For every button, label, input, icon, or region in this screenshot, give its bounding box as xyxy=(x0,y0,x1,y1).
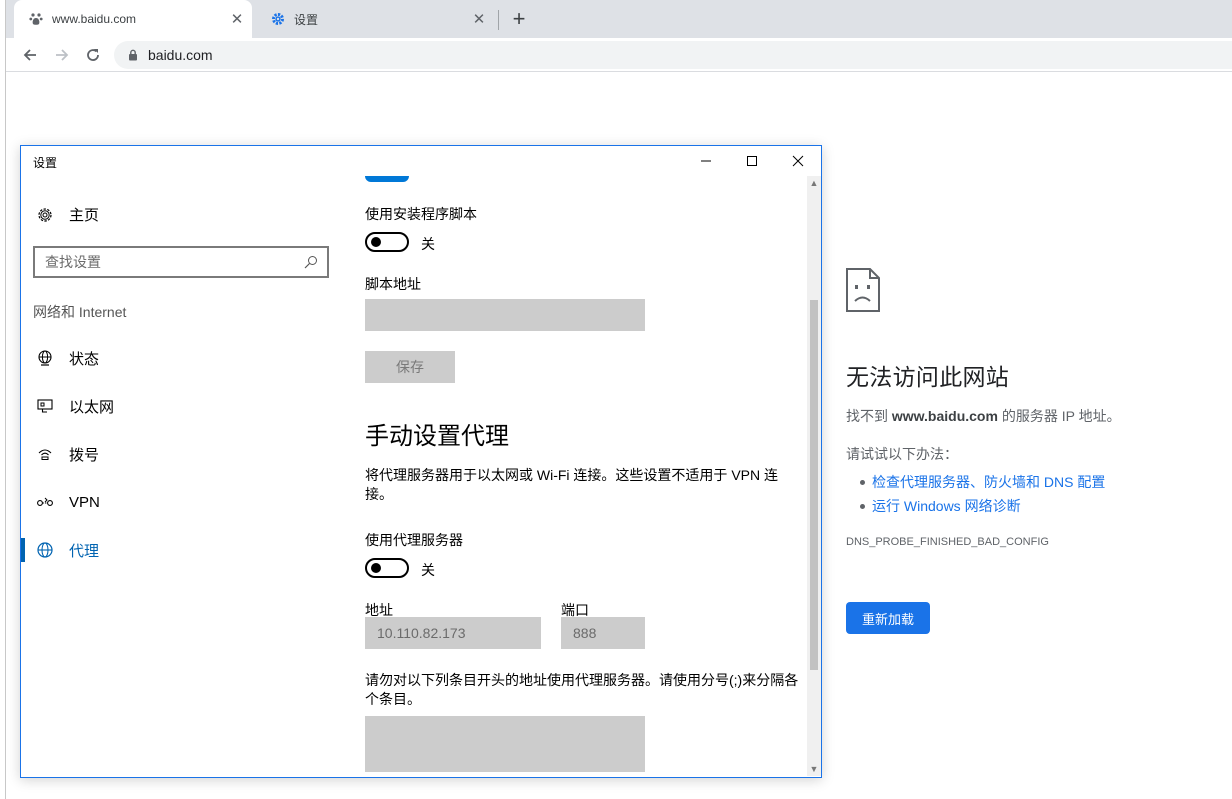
error-message-prefix: 找不到 xyxy=(846,408,892,424)
sidebar-home-label: 主页 xyxy=(69,207,100,224)
gear-icon xyxy=(270,11,286,27)
sidebar-item-status[interactable]: 状态 xyxy=(21,338,341,378)
new-tab-button[interactable]: + xyxy=(506,6,532,32)
globe-icon xyxy=(35,540,55,560)
script-address-input[interactable] xyxy=(365,299,645,331)
exceptions-input[interactable] xyxy=(365,716,645,772)
sidebar-item-label: 以太网 xyxy=(69,398,115,416)
settings-titlebar[interactable]: 设置 xyxy=(21,146,821,176)
error-message-suffix: 的服务器 IP 地址。 xyxy=(997,408,1121,424)
minimize-icon xyxy=(701,160,711,162)
content-scrollbar[interactable]: ▲ ▼ xyxy=(807,176,821,776)
scroll-down-icon[interactable]: ▼ xyxy=(807,762,821,776)
sidebar-item-label: 代理 xyxy=(69,542,100,560)
sad-page-icon xyxy=(846,268,880,314)
sidebar-item-proxy[interactable]: 代理 xyxy=(21,530,341,570)
vpn-icon xyxy=(35,492,55,512)
setup-script-label: 使用安装程序脚本 xyxy=(365,206,477,222)
sidebar-item-label: VPN xyxy=(69,493,100,511)
sidebar-item-label: 状态 xyxy=(69,350,100,368)
maximize-icon xyxy=(747,156,757,166)
search-icon xyxy=(301,255,321,269)
proxy-address-field[interactable]: 10.110.82.173 xyxy=(365,617,541,649)
close-tab-icon[interactable]: ✕ xyxy=(470,10,488,28)
sidebar-item-vpn[interactable]: VPN xyxy=(21,482,341,522)
url-text: baidu.com xyxy=(148,47,213,63)
address-bar[interactable]: baidu.com xyxy=(114,41,1232,69)
use-proxy-toggle[interactable] xyxy=(365,558,409,578)
sidebar-item-label: 拨号 xyxy=(69,446,100,464)
error-page: 无法访问此网站 找不到 www.baidu.com 的服务器 IP 地址。 请试… xyxy=(846,268,1226,634)
arrow-right-icon xyxy=(56,49,69,61)
settings-window: 设置 主页 查找设置 网络和 Internet 状态 以太网 拨号 VPN 代理… xyxy=(20,145,822,778)
browser-toolbar: baidu.com xyxy=(6,38,1232,72)
error-title: 无法访问此网站 xyxy=(846,365,1010,391)
section-heading: 网络和 Internet xyxy=(33,304,127,320)
use-proxy-label: 使用代理服务器 xyxy=(365,532,463,548)
script-address-label: 脚本地址 xyxy=(365,276,421,292)
scroll-up-icon[interactable]: ▲ xyxy=(807,176,821,190)
arrow-left-icon xyxy=(23,49,36,61)
error-code: DNS_PROBE_FINISHED_BAD_CONFIG xyxy=(846,536,1049,548)
globe-status-icon xyxy=(35,348,55,368)
sidebar-item-ethernet[interactable]: 以太网 xyxy=(21,386,341,426)
reload-button[interactable] xyxy=(79,41,107,69)
paw-icon xyxy=(28,11,44,27)
setup-script-toggle-state: 关 xyxy=(421,236,435,252)
close-tab-icon[interactable]: ✕ xyxy=(228,10,246,28)
tab-separator xyxy=(498,10,499,30)
error-message: 找不到 www.baidu.com 的服务器 IP 地址。 xyxy=(846,406,1226,426)
window-left-edge xyxy=(0,0,6,799)
tab-title: www.baidu.com xyxy=(52,12,137,26)
maximize-button[interactable] xyxy=(729,146,775,176)
forward-button[interactable] xyxy=(48,41,76,69)
reload-page-button[interactable]: 重新加载 xyxy=(846,602,930,634)
setup-script-toggle[interactable] xyxy=(365,232,409,252)
manual-proxy-description: 将代理服务器用于以太网或 Wi-Fi 连接。这些设置不适用于 VPN 连接。 xyxy=(365,467,778,502)
save-button[interactable]: 保存 xyxy=(365,351,455,383)
manual-proxy-heading: 手动设置代理 xyxy=(365,422,509,450)
settings-sidebar: 主页 查找设置 网络和 Internet 状态 以太网 拨号 VPN 代理 xyxy=(21,176,351,776)
tab-strip: www.baidu.com ✕ 设置 ✕ + xyxy=(6,0,1232,38)
tab-baidu[interactable]: www.baidu.com ✕ xyxy=(14,0,252,38)
window-title: 设置 xyxy=(33,156,58,170)
error-host: www.baidu.com xyxy=(891,408,998,424)
use-proxy-toggle-state: 关 xyxy=(421,562,435,578)
close-window-button[interactable] xyxy=(775,146,821,176)
minimize-button[interactable] xyxy=(683,146,729,176)
settings-search-input[interactable]: 查找设置 xyxy=(33,246,329,278)
tab-settings[interactable]: 设置 ✕ xyxy=(256,0,494,38)
sidebar-item-dialup[interactable]: 拨号 xyxy=(21,434,341,474)
back-button[interactable] xyxy=(16,41,44,69)
suggestion-run-diagnostics-link[interactable]: 运行 Windows 网络诊断 xyxy=(860,494,1226,518)
reload-icon xyxy=(87,49,99,61)
suggestion-check-proxy-link[interactable]: 检查代理服务器、防火墙和 DNS 配置 xyxy=(860,470,1226,494)
proxy-settings-content: 使用安装程序脚本 关 脚本地址 保存 手动设置代理 将代理服务器用于以太网或 W… xyxy=(365,176,805,776)
ethernet-icon xyxy=(35,396,55,416)
scroll-thumb[interactable] xyxy=(810,300,818,670)
tab-title: 设置 xyxy=(294,12,319,27)
gear-icon xyxy=(35,205,55,225)
close-icon xyxy=(792,155,804,167)
lock-icon xyxy=(128,49,138,61)
proxy-port-field[interactable]: 888 xyxy=(561,617,645,649)
exceptions-description: 请勿对以下列条目开头的地址使用代理服务器。请使用分号(;)来分隔各个条目。 xyxy=(365,672,799,707)
suggestion-list: 检查代理服务器、防火墙和 DNS 配置 运行 Windows 网络诊断 xyxy=(846,470,1226,518)
auto-detect-toggle-partial[interactable] xyxy=(365,176,409,182)
dialup-icon xyxy=(35,444,55,464)
sidebar-home[interactable]: 主页 xyxy=(35,204,99,225)
search-placeholder: 查找设置 xyxy=(45,254,101,270)
try-label: 请试试以下办法： xyxy=(846,446,958,462)
selected-indicator xyxy=(21,538,25,562)
